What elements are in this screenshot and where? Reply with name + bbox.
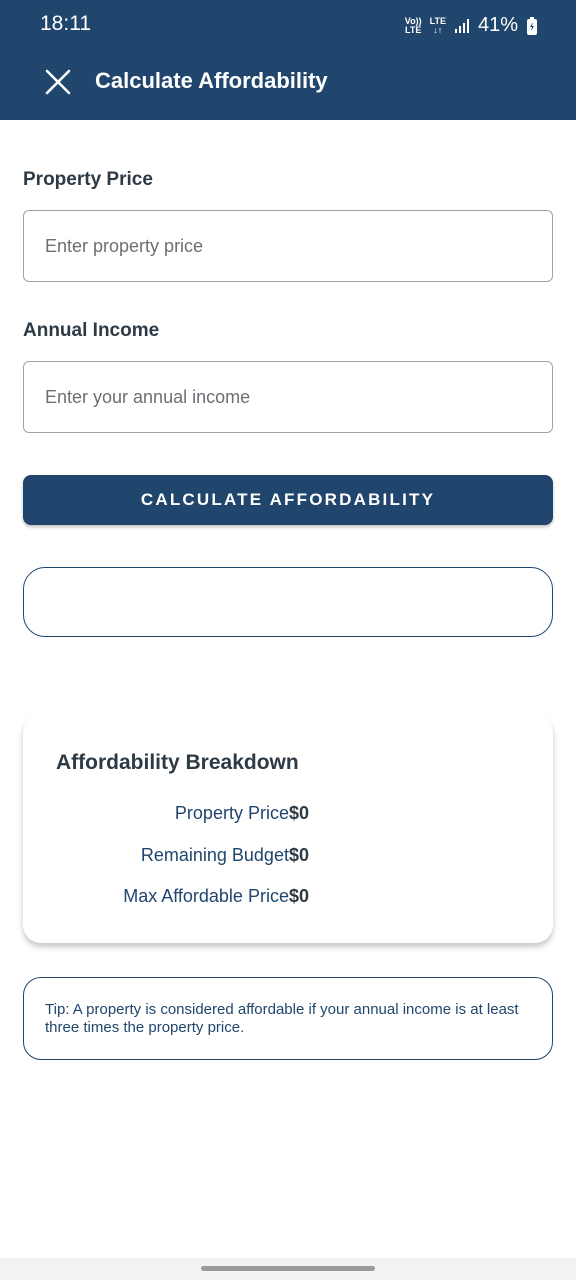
volte-indicator: Vo)) LTE	[404, 15, 422, 35]
tip-box: Tip: A property is considered affordable…	[23, 977, 553, 1060]
breakdown-value: $0	[288, 845, 309, 865]
status-icons: Vo)) LTE LTE ↓↑ 41%	[405, 14, 538, 37]
property-price-label: Property Price	[23, 169, 153, 190]
breakdown-value: $0	[288, 803, 309, 823]
close-button[interactable]	[38, 62, 78, 102]
annual-income-input[interactable]	[23, 361, 553, 433]
page-title: Calculate Affordability	[95, 68, 328, 93]
breakdown-label: Remaining Budget	[140, 845, 289, 865]
breakdown-value: $0	[288, 886, 309, 906]
close-icon	[45, 69, 71, 95]
status-time: 18:11	[40, 12, 91, 35]
annual-income-label: Annual Income	[23, 320, 160, 341]
battery-percentage: 41%	[477, 14, 518, 36]
tip-text: Tip: A property is considered affordable…	[45, 1001, 519, 1036]
home-indicator[interactable]	[201, 1266, 375, 1271]
affordability-breakdown-card: Affordability Breakdown Property Price $…	[23, 715, 553, 943]
breakdown-label: Max Affordable Price	[123, 886, 289, 906]
breakdown-row-property-price: Property Price $0	[175, 803, 309, 824]
system-nav-bar	[0, 1258, 576, 1280]
property-price-input[interactable]	[23, 210, 553, 282]
breakdown-row-remaining-budget: Remaining Budget $0	[141, 845, 309, 866]
battery-icon	[527, 16, 537, 35]
breakdown-row-max-affordable-price: Max Affordable Price $0	[123, 886, 309, 907]
result-box	[23, 567, 553, 637]
lte-indicator: LTE ↓↑	[429, 15, 446, 35]
calculate-affordability-button[interactable]: CALCULATE AFFORDABILITY	[23, 475, 553, 525]
app-bar: 18:11 Vo)) LTE LTE ↓↑ 41% Calculate Afford…	[0, 0, 576, 120]
breakdown-title: Affordability Breakdown	[56, 751, 299, 774]
breakdown-label: Property Price	[174, 803, 289, 823]
signal-icon	[454, 18, 469, 33]
